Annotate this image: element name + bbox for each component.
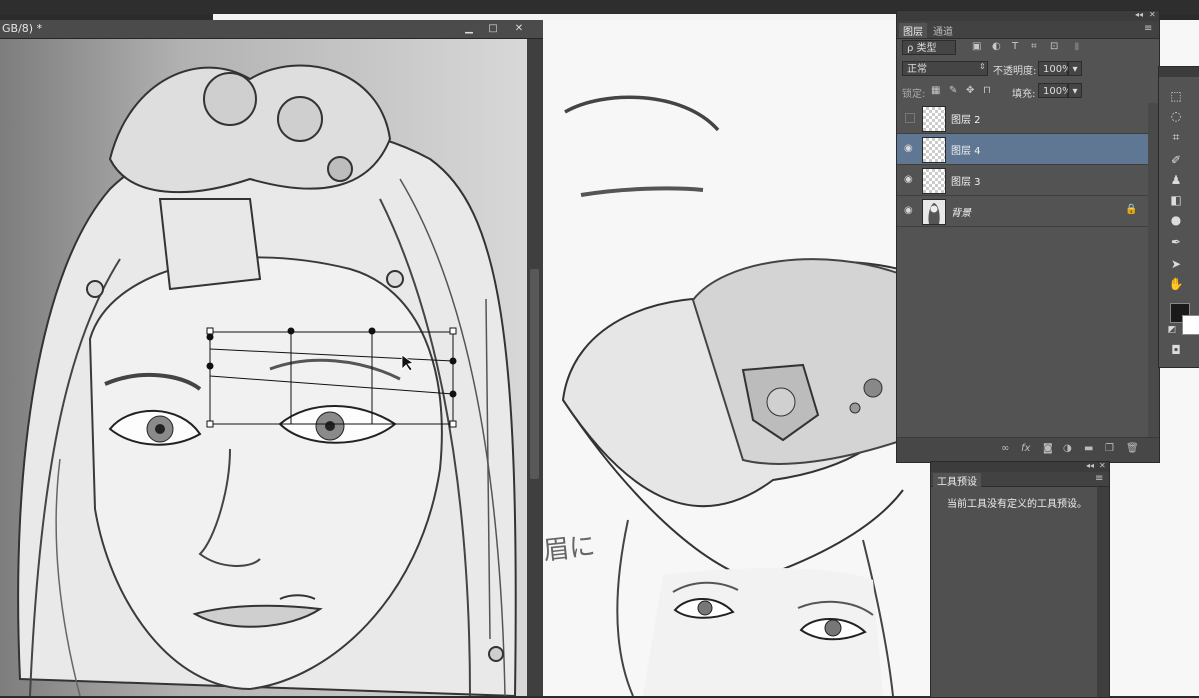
fill-field[interactable]: 100% — [1038, 83, 1072, 98]
tool-presets-panel: ◂◂ ✕ 工具预设 ≡ 当前工具没有定义的工具预设。 — [930, 461, 1110, 698]
link-layers-icon[interactable]: ∞ — [1001, 443, 1009, 454]
tool-presets-tabs: 工具预设 ≡ — [931, 472, 1109, 488]
document-title-bar[interactable]: GB/8) * ▁ □ ✕ — [0, 20, 543, 39]
lock-all-icon[interactable]: ⊓ — [983, 85, 991, 96]
layers-panel: ◂◂ ✕ 图层 通道 ≡ ρ 类型 ▣ ◐ T ⌗ ⊡ ▮ 正常 ⇕ 不透明度:… — [896, 10, 1160, 463]
eraser-tool-icon[interactable]: ◧ — [1168, 193, 1184, 207]
layer-thumbnail — [922, 168, 946, 194]
delete-layer-icon[interactable]: 🗑 — [1126, 443, 1139, 454]
panel-menu-icon[interactable]: ≡ — [1095, 473, 1103, 484]
handwritten-note: 眉に — [543, 531, 597, 567]
fill-label: 填充: — [1012, 89, 1036, 100]
presets-scrollbar[interactable] — [1097, 487, 1109, 697]
layer-thumbnail — [922, 106, 946, 132]
shape-filter-icon[interactable]: ⌗ — [1031, 41, 1037, 52]
close-panel-icon[interactable]: ✕ — [1149, 10, 1156, 19]
eye-icon[interactable]: ◉ — [904, 205, 913, 216]
restore-button[interactable]: □ — [482, 22, 504, 35]
blend-mode-select[interactable]: 正常 — [902, 61, 988, 76]
quick-mask-icon[interactable]: ◘ — [1168, 343, 1184, 357]
panel-collapse-bar[interactable]: ◂◂ ✕ — [897, 10, 1159, 21]
document-canvas-1[interactable] — [0, 39, 527, 696]
layers-panel-tabs: 图层 通道 ≡ — [897, 21, 1159, 39]
lock-transparent-icon[interactable]: ▦ — [931, 85, 940, 96]
adjustment-layer-icon[interactable]: ◑ — [1063, 443, 1072, 454]
document-title: GB/8) * — [2, 22, 43, 35]
path-select-tool-icon[interactable]: ➤ — [1168, 257, 1184, 271]
marquee-tool-icon[interactable]: ⬚ — [1168, 89, 1184, 103]
layer-thumbnail — [922, 137, 946, 163]
smart-object-filter-icon[interactable]: ⊡ — [1050, 41, 1058, 52]
visibility-toggle-off[interactable] — [905, 113, 915, 123]
layer-style-icon[interactable]: fx — [1021, 443, 1030, 454]
background-color-swatch[interactable] — [1182, 315, 1199, 335]
eyedropper-tool-icon[interactable]: ✐ — [1168, 153, 1184, 167]
blur-tool-icon[interactable]: ● — [1168, 213, 1184, 227]
layer-name: 图层 3 — [951, 177, 981, 188]
layer-name: 图层 2 — [951, 115, 981, 126]
hand-tool-icon[interactable]: ✋ — [1168, 277, 1184, 291]
filter-toggle-icon[interactable]: ▮ — [1074, 41, 1080, 52]
collapse-icon[interactable]: ◂◂ — [1135, 10, 1143, 19]
layer-row[interactable]: ◉ 背景 🔒 — [897, 196, 1148, 227]
add-mask-icon[interactable]: ◙ — [1043, 443, 1053, 454]
chevron-down-icon: ⇕ — [979, 62, 986, 71]
adjustment-filter-icon[interactable]: ◐ — [992, 41, 1001, 52]
document-window-1: GB/8) * ▁ □ ✕ — [0, 20, 544, 696]
collapse-icon[interactable]: ◂◂ — [1086, 461, 1094, 470]
lock-icon: 🔒 — [1125, 204, 1138, 215]
stamp-tool-icon[interactable]: ♟ — [1168, 173, 1184, 187]
empty-presets-message: 当前工具没有定义的工具预设。 — [947, 499, 1087, 510]
pixel-filter-icon[interactable]: ▣ — [972, 41, 981, 52]
default-colors-icon[interactable]: ◩ — [1164, 325, 1180, 335]
artwork-woman-portrait — [0, 39, 527, 696]
layer-name: 图层 4 — [951, 146, 981, 157]
eye-icon[interactable]: ◉ — [904, 143, 913, 154]
close-panel-icon[interactable]: ✕ — [1099, 461, 1106, 470]
opacity-label: 不透明度: — [993, 66, 1037, 77]
new-layer-icon[interactable]: ❐ — [1105, 443, 1114, 454]
fill-dropdown[interactable]: ▾ — [1068, 83, 1082, 98]
type-filter-icon[interactable]: T — [1012, 41, 1018, 52]
lock-image-icon[interactable]: ✎ — [949, 85, 957, 96]
panel-collapse-bar[interactable]: ◂◂ ✕ — [931, 461, 1109, 472]
opacity-field[interactable]: 100% — [1038, 61, 1072, 76]
eye-icon[interactable]: ◉ — [904, 174, 913, 185]
layer-filter-kind-select[interactable]: ρ 类型 — [902, 40, 956, 55]
layer-name: 背景 — [951, 208, 971, 219]
lock-label: 锁定: — [902, 89, 926, 100]
close-button[interactable]: ✕ — [508, 22, 530, 35]
layer-thumbnail — [922, 199, 946, 225]
tab-layers[interactable]: 图层 — [899, 23, 927, 38]
pen-tool-icon[interactable]: ✒ — [1168, 235, 1184, 249]
panel-menu-icon[interactable]: ≡ — [1144, 23, 1152, 34]
layer-row[interactable]: 图层 2 — [897, 103, 1148, 134]
lasso-tool-icon[interactable]: ◌ — [1168, 109, 1184, 123]
tab-tool-presets[interactable]: 工具预设 — [933, 473, 981, 488]
layer-row-selected[interactable]: ◉ 图层 4 — [897, 134, 1148, 165]
layer-row[interactable]: ◉ 图层 3 — [897, 165, 1148, 196]
document-vertical-scrollbar[interactable] — [527, 39, 543, 696]
opacity-dropdown[interactable]: ▾ — [1068, 61, 1082, 76]
tool-presets-list: 当前工具没有定义的工具预设。 — [931, 487, 1097, 697]
toolbox: ⬚ ◌ ⌗ ✐ ♟ ◧ ● ✒ ➤ ✋ ◩ ◘ — [1158, 66, 1199, 368]
new-group-icon[interactable]: ▬ — [1084, 443, 1093, 454]
scrollbar-thumb[interactable] — [530, 269, 539, 479]
toolbox-collapse-bar[interactable] — [1159, 67, 1199, 77]
layers-panel-footer: ∞ fx ◙ ◑ ▬ ❐ 🗑 — [897, 437, 1159, 462]
lock-position-icon[interactable]: ✥ — [966, 85, 974, 96]
tab-channels[interactable]: 通道 — [929, 23, 957, 38]
crop-tool-icon[interactable]: ⌗ — [1168, 130, 1184, 145]
minimize-button[interactable]: ▁ — [458, 22, 480, 35]
